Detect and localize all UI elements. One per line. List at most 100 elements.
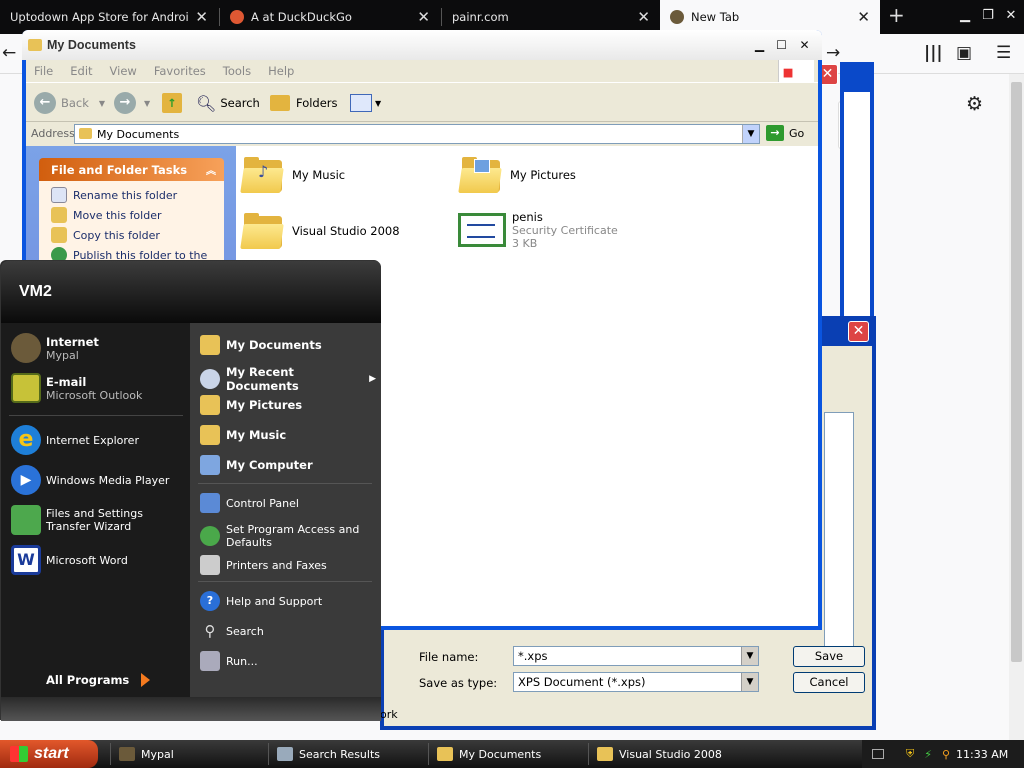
- chevron-down-icon[interactable]: ▼: [741, 673, 758, 691]
- folders-button[interactable]: Folders: [270, 91, 338, 115]
- save-as-type-select[interactable]: XPS Document (*.xps) ▼: [513, 672, 759, 692]
- task-rename[interactable]: Rename this folder: [51, 185, 224, 205]
- views-icon: [350, 94, 372, 112]
- library-icon[interactable]: |||: [924, 43, 943, 63]
- back-button[interactable]: ← Back ▼: [34, 91, 105, 115]
- tab-uptodown[interactable]: Uptodown App Store for Android ✕: [0, 0, 218, 34]
- forward-icon[interactable]: →: [826, 43, 840, 63]
- start-button[interactable]: start: [0, 740, 98, 768]
- recent-internet-explorer[interactable]: e Internet Explorer: [11, 425, 139, 455]
- menu-file[interactable]: File: [34, 64, 53, 78]
- up-folder-icon: ↑: [162, 93, 182, 113]
- item-label: Windows Media Player: [46, 473, 170, 487]
- search-button[interactable]: 🔍︎ Search: [196, 91, 260, 115]
- menu-tools[interactable]: Tools: [223, 64, 251, 78]
- task-heading[interactable]: File and Folder Tasks ︽: [39, 158, 224, 181]
- search-icon[interactable]: ⚲: [942, 748, 950, 761]
- item-label: My Documents: [226, 338, 322, 352]
- minimize-icon[interactable]: ▁: [954, 6, 976, 26]
- item-label: Internet Explorer: [46, 433, 139, 447]
- chevron-down-icon[interactable]: ▼: [144, 99, 150, 108]
- cancel-button[interactable]: Cancel: [793, 672, 865, 693]
- close-icon[interactable]: ✕: [637, 8, 650, 26]
- menu-help[interactable]: Help: [268, 64, 294, 78]
- recent-media-player[interactable]: ▶ Windows Media Player: [11, 465, 169, 495]
- gear-icon[interactable]: ⚙: [966, 93, 983, 115]
- save-button[interactable]: Save: [793, 646, 865, 667]
- taskbar-item-visual-studio[interactable]: Visual Studio 2008: [588, 743, 738, 765]
- shield-icon[interactable]: ⛨: [906, 747, 914, 761]
- back-icon[interactable]: ←: [2, 43, 16, 63]
- tab-painr[interactable]: painr.com ✕: [442, 0, 660, 34]
- link-control-panel[interactable]: Control Panel: [200, 493, 376, 513]
- file-item-my-music[interactable]: ♪ My Music: [240, 156, 345, 194]
- collapse-icon[interactable]: ︽: [206, 162, 216, 177]
- window-titlebar[interactable]: My Documents ▁ ☐ ✕: [22, 30, 822, 60]
- task-label: Rename this folder: [73, 188, 178, 202]
- up-folder-button[interactable]: ↑: [162, 91, 182, 115]
- minimize-icon[interactable]: ▁: [750, 36, 769, 54]
- close-icon[interactable]: ✕: [848, 321, 869, 342]
- address-input[interactable]: My Documents ▼: [74, 124, 760, 144]
- menu-icon[interactable]: ☰: [996, 43, 1011, 63]
- tab-duckduckgo[interactable]: A at DuckDuckGo ✕: [220, 0, 440, 34]
- taskbar-item-mypal[interactable]: Mypal: [110, 743, 260, 765]
- link-my-documents[interactable]: My Documents: [200, 335, 376, 355]
- chevron-down-icon[interactable]: ▼: [742, 125, 759, 143]
- back-label: Back: [61, 96, 89, 110]
- chevron-down-icon[interactable]: ▼: [99, 99, 105, 108]
- link-my-computer[interactable]: My Computer: [200, 455, 376, 475]
- tab-new-tab[interactable]: New Tab ✕: [660, 0, 880, 34]
- close-icon[interactable]: ✕: [195, 8, 208, 26]
- link-help-support[interactable]: ? Help and Support: [200, 591, 376, 611]
- menu-favorites[interactable]: Favorites: [154, 64, 206, 78]
- file-item-visual-studio[interactable]: Visual Studio 2008: [240, 212, 400, 250]
- go-button[interactable]: → Go: [766, 125, 804, 141]
- all-programs-button[interactable]: All Programs: [46, 673, 151, 687]
- task-copy[interactable]: Copy this folder: [51, 225, 224, 245]
- chevron-down-icon[interactable]: ▼: [375, 99, 381, 108]
- scroll-thumb[interactable]: [1011, 82, 1022, 662]
- network-icon[interactable]: ⚡: [924, 748, 932, 761]
- link-my-recent-documents[interactable]: My Recent Documents ▶: [200, 365, 376, 393]
- close-icon[interactable]: ✕: [795, 36, 814, 54]
- folders-label: Folders: [296, 96, 338, 110]
- link-printers-faxes[interactable]: Printers and Faxes: [200, 555, 376, 575]
- folder-icon: [240, 212, 284, 250]
- word-icon: W: [11, 545, 41, 575]
- file-item-certificate[interactable]: penis Security Certificate 3 KB: [458, 210, 618, 250]
- pinned-internet[interactable]: Internet Mypal: [11, 333, 99, 363]
- views-button[interactable]: ▼: [350, 91, 381, 115]
- close-icon[interactable]: ✕: [857, 8, 870, 26]
- recent-microsoft-word[interactable]: W Microsoft Word: [11, 545, 128, 575]
- new-tab-icon[interactable]: +: [888, 3, 905, 27]
- link-program-access[interactable]: Set Program Access and Defaults: [200, 523, 376, 549]
- taskbar-label: My Documents: [459, 747, 542, 761]
- link-my-music[interactable]: My Music: [200, 425, 376, 445]
- task-move[interactable]: Move this folder: [51, 205, 224, 225]
- system-tray: ⛨ ⚡ ⚲ 11:33 AM: [862, 740, 1024, 768]
- file-name-field[interactable]: *.xps ▼: [513, 646, 759, 666]
- link-run[interactable]: Run...: [200, 651, 376, 671]
- link-my-pictures[interactable]: My Pictures: [200, 395, 376, 415]
- item-label: My Music: [226, 428, 287, 442]
- chevron-down-icon[interactable]: ▼: [741, 647, 758, 665]
- maximize-icon[interactable]: ☐: [772, 36, 791, 54]
- close-window-icon[interactable]: ✕: [1000, 6, 1022, 26]
- menu-view[interactable]: View: [110, 64, 137, 78]
- taskbar-item-search-results[interactable]: Search Results: [268, 743, 418, 765]
- link-search[interactable]: ⚲ Search: [200, 621, 376, 641]
- keyboard-icon[interactable]: [872, 749, 884, 759]
- pinned-email[interactable]: E-mail Microsoft Outlook: [11, 373, 142, 403]
- taskbar-item-my-documents[interactable]: My Documents: [428, 743, 578, 765]
- menu-edit[interactable]: Edit: [70, 64, 92, 78]
- close-icon[interactable]: ✕: [417, 8, 430, 26]
- restore-icon[interactable]: ❐: [977, 6, 999, 26]
- page-scrollbar[interactable]: [1009, 74, 1024, 740]
- recent-transfer-wizard[interactable]: Files and Settings Transfer Wizard: [11, 505, 186, 535]
- copy-icon: [51, 227, 67, 243]
- folder-icon: [79, 128, 92, 139]
- forward-button[interactable]: → ▼: [114, 91, 150, 115]
- file-item-my-pictures[interactable]: My Pictures: [458, 156, 576, 194]
- sidebar-icon[interactable]: ▣: [956, 43, 972, 63]
